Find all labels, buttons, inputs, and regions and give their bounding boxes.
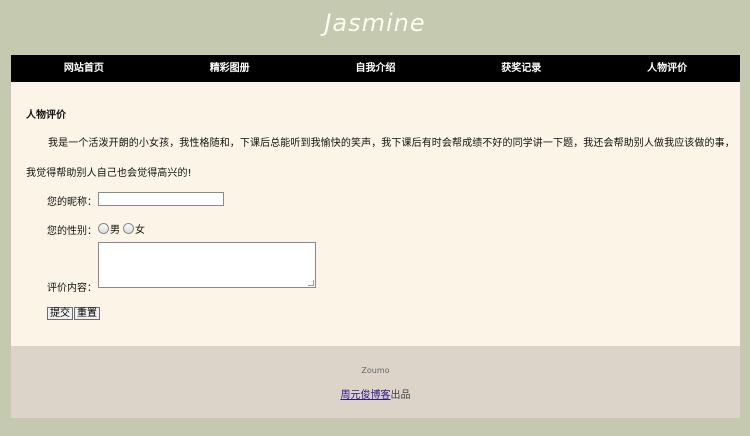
nav-item-reviews[interactable]: 人物评价 <box>594 55 740 82</box>
nav-item-gallery[interactable]: 精彩图册 <box>157 55 303 82</box>
blog-link[interactable]: 周元俊博客 <box>341 390 391 401</box>
resize-grip-icon[interactable] <box>308 280 314 286</box>
reset-button[interactable]: 重置 <box>74 307 100 320</box>
gender-label: 您的性别： <box>47 226 97 237</box>
comment-label: 评价内容： <box>47 283 97 294</box>
section-heading: 人物评价 <box>26 110 66 121</box>
footer: Zoumo 周元俊博客出品 <box>11 346 740 418</box>
footer-credit: Zoumo <box>361 366 390 375</box>
comment-textarea[interactable] <box>98 242 316 288</box>
submit-button[interactable]: 提交 <box>47 307 73 320</box>
gender-male-label: 男 <box>110 225 120 236</box>
main-nav: 网站首页 精彩图册 自我介绍 获奖记录 人物评价 <box>11 55 740 82</box>
nickname-label: 您的昵称： <box>47 197 97 208</box>
gender-female-label: 女 <box>135 225 145 236</box>
nickname-input[interactable] <box>98 192 224 206</box>
intro-paragraph: 我是一个活泼开朗的小女孩，我性格随和，下课后总能听到我愉快的笑声，我下课后有时会… <box>26 138 735 179</box>
gender-female-radio[interactable] <box>123 223 134 234</box>
nav-item-about[interactable]: 自我介绍 <box>303 55 449 82</box>
nav-item-home[interactable]: 网站首页 <box>11 55 157 82</box>
footer-line: 周元俊博客出品 <box>11 386 740 401</box>
gender-male-radio[interactable] <box>98 223 109 234</box>
gender-radio-group: 男 女 <box>98 221 148 236</box>
footer-suffix: 出品 <box>390 390 411 401</box>
nav-item-awards[interactable]: 获奖记录 <box>448 55 594 82</box>
site-title: Jasmine <box>324 9 426 37</box>
main-content: 人物评价 我是一个活泼开朗的小女孩，我性格随和，下课后总能听到我愉快的笑声，我下… <box>11 82 740 346</box>
